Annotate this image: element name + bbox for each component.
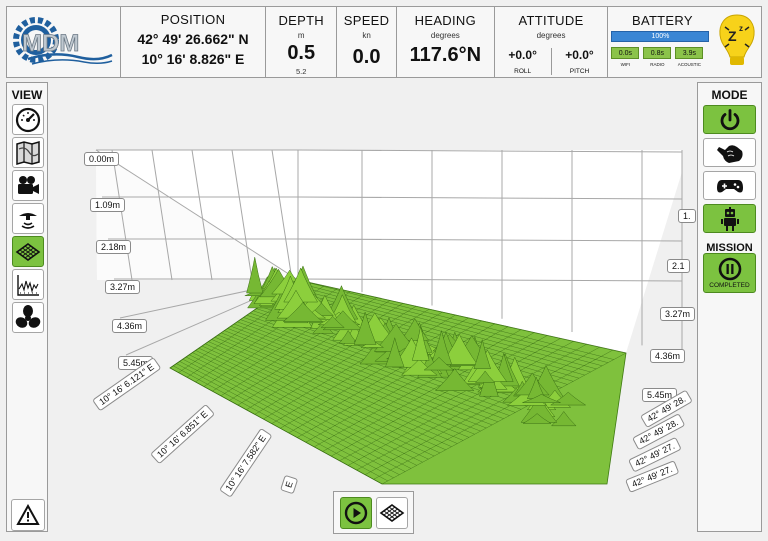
depth-title: DEPTH: [278, 13, 324, 28]
mode-gamepad-button[interactable]: [703, 171, 756, 200]
pitch-label: PITCH: [569, 68, 590, 75]
signal-label: ACOUSTIC: [677, 62, 702, 67]
signal-value: 0.0s: [611, 47, 640, 59]
view-gauge-button[interactable]: [12, 104, 44, 135]
right-depth-tick-label: 3.27m: [660, 307, 696, 321]
power-icon: [720, 108, 739, 130]
plot-icon: [17, 274, 39, 296]
depth-tick-label: 2.18m: [96, 240, 132, 254]
position-title: POSITION: [160, 12, 226, 27]
right-depth-tick-label: 2.1: [667, 259, 690, 273]
signal-label: WIFI: [620, 62, 631, 67]
signal-wifi: 0.0s WIFI: [611, 47, 640, 67]
latitude-value: 42° 49' 26.662" N: [137, 31, 249, 47]
svg-text:Z: Z: [728, 28, 737, 44]
svg-text:z: z: [739, 24, 743, 33]
play-button[interactable]: [340, 497, 372, 529]
pitch-value: +0.0°: [565, 48, 594, 62]
view-title: VIEW: [11, 88, 43, 102]
gear-logo-icon: MDM: [13, 17, 113, 65]
view-camera-button[interactable]: [12, 170, 44, 201]
mission-status: COMPLETED: [709, 282, 750, 289]
svg-text:MDM: MDM: [22, 30, 79, 57]
pause-icon: [718, 257, 741, 281]
depth-tick-label: 4.36m: [112, 319, 148, 333]
speed-value: 0.0: [352, 46, 381, 68]
battery-level-bar: 100%: [611, 31, 710, 42]
roll-readout: +0.0° ROLL: [495, 48, 552, 75]
playback-toolbar: [333, 491, 414, 534]
layer-button[interactable]: [376, 497, 408, 529]
signal-value: 3.9s: [675, 47, 704, 59]
layer-icon: [379, 504, 405, 522]
view-bathymetry-button[interactable]: [12, 236, 44, 267]
right-depth-tick-label: 4.36m: [650, 349, 686, 363]
camera-icon: [18, 175, 39, 194]
depth-tick-label: 3.27m: [105, 280, 141, 294]
mode-autonomous-button[interactable]: [703, 204, 756, 233]
depth-secondary: 5.2: [296, 67, 307, 76]
view-panel: VIEW: [6, 82, 48, 532]
sonar-icon: [19, 212, 37, 229]
view-sonar-button[interactable]: [12, 203, 44, 234]
view-propeller-button[interactable]: [12, 302, 44, 333]
signal-radio: 0.8s RADIO: [643, 47, 672, 67]
warning-button[interactable]: [11, 499, 45, 531]
mode-title: MODE: [711, 88, 748, 102]
mode-manual-button[interactable]: [703, 138, 756, 167]
mode-panel: MODE MISSION COMPLETED: [697, 82, 762, 532]
depth-tick-label: 1.09m: [90, 198, 126, 212]
roll-value: +0.0°: [508, 48, 537, 62]
depth-panel: DEPTH m 0.5 5.2: [266, 7, 338, 77]
roll-label: ROLL: [514, 68, 532, 75]
heading-title: HEADING: [414, 13, 476, 28]
speed-title: SPEED: [343, 13, 390, 28]
attitude-unit: degrees: [536, 31, 566, 40]
hand-icon: [716, 144, 743, 163]
signal-acoustic: 3.9s ACOUSTIC: [675, 47, 704, 67]
mission-pause-button[interactable]: COMPLETED: [703, 253, 756, 293]
pitch-readout: +0.0° PITCH: [552, 48, 608, 75]
signal-value: 0.8s: [643, 47, 672, 59]
battery-title: BATTERY: [631, 13, 693, 28]
map-icon: [16, 140, 40, 165]
bathymetry-3d-canvas[interactable]: [52, 82, 694, 494]
mode-power-button[interactable]: [703, 105, 756, 134]
depth-value: 0.5: [287, 42, 316, 64]
heading-unit: degrees: [430, 31, 460, 40]
attitude-panel: ATTITUDE degrees +0.0° ROLL +0.0° PITCH: [495, 7, 609, 77]
depth-unit: m: [297, 31, 305, 40]
speed-unit: kn: [362, 31, 371, 40]
heading-value: 117.6°N: [409, 44, 482, 66]
view-plot-button[interactable]: [12, 269, 44, 300]
gauge-icon: [15, 107, 41, 132]
robot-icon: [720, 206, 739, 231]
logo: MDM: [7, 7, 121, 77]
propeller-icon: [15, 304, 41, 328]
speed-panel: SPEED kn 0.0: [337, 7, 397, 77]
attitude-title: ATTITUDE: [518, 13, 584, 28]
status-bar: MDM POSITION 42° 49' 26.662" N 10° 16' 8…: [6, 6, 762, 78]
signal-list: 0.0s WIFI 0.8s RADIO 3.9s ACOUSTIC: [611, 47, 716, 67]
bathymetry-3d-view[interactable]: 0.00m 1.09m 2.18m 3.27m 4.36m 5.45m 1. 2…: [52, 82, 696, 498]
gamepad-icon: [716, 179, 743, 192]
warning-icon: [16, 504, 40, 525]
right-depth-tick-label: 1.: [678, 209, 696, 223]
battery-panel: BATTERY 100% 0.0s WIFI 0.8s RADIO 3.9s A…: [608, 7, 761, 77]
position-panel: POSITION 42° 49' 26.662" N 10° 16' 8.826…: [121, 7, 267, 77]
bathymetry-3d-icon: [15, 242, 41, 261]
play-icon: [344, 501, 368, 525]
depth-tick-label: 0.00m: [84, 152, 120, 166]
sleeping-mascot-icon: Z z: [719, 14, 755, 65]
longitude-value: 10° 16' 8.826" E: [141, 51, 245, 67]
view-map-button[interactable]: [12, 137, 44, 168]
heading-panel: HEADING degrees 117.6°N: [397, 7, 495, 77]
signal-label: RADIO: [650, 62, 665, 67]
